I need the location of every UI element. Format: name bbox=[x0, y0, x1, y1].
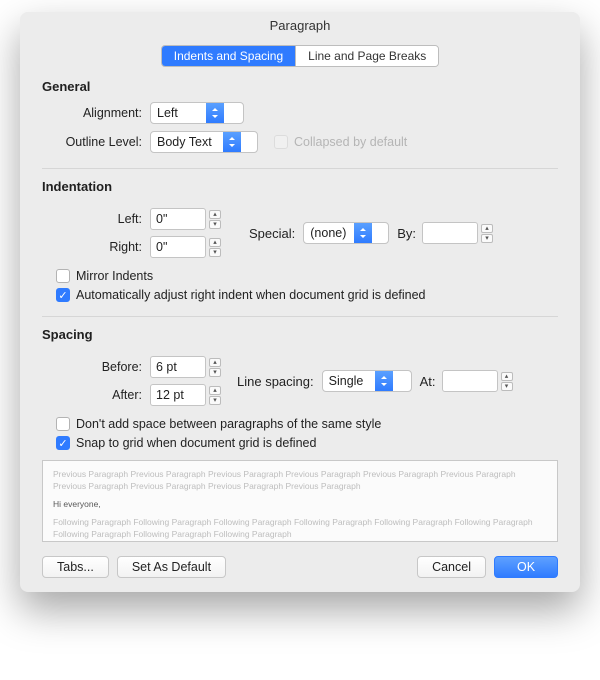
divider bbox=[42, 316, 558, 317]
before-value: 6 pt bbox=[150, 356, 206, 378]
snap-to-grid-checkbox[interactable]: ✓ Snap to grid when document grid is def… bbox=[56, 436, 558, 450]
updown-icon bbox=[223, 132, 241, 152]
heading-general: General bbox=[42, 79, 558, 94]
checkbox-icon bbox=[274, 135, 288, 149]
checkbox-icon: ✓ bbox=[56, 288, 70, 302]
line-spacing-select[interactable]: Single bbox=[322, 370, 412, 392]
window-title: Paragraph bbox=[20, 12, 580, 43]
indent-left-field[interactable]: 0" ▴▾ bbox=[150, 208, 223, 230]
ok-button[interactable]: OK bbox=[494, 556, 558, 578]
stepper[interactable]: ▴▾ bbox=[209, 356, 223, 378]
indent-right-value: 0" bbox=[150, 236, 206, 258]
spacing-at-field[interactable]: ▴▾ bbox=[442, 370, 515, 392]
divider bbox=[42, 168, 558, 169]
label-at: At: bbox=[420, 374, 436, 389]
indent-right-field[interactable]: 0" ▴▾ bbox=[150, 236, 223, 258]
button-row: Tabs... Set As Default Cancel OK bbox=[42, 556, 558, 578]
label-left: Left: bbox=[42, 212, 150, 226]
stepper[interactable]: ▴▾ bbox=[209, 384, 223, 406]
label-outline-level: Outline Level: bbox=[42, 135, 150, 149]
section-indentation: Indentation Left: 0" ▴▾ Right: 0" bbox=[42, 179, 558, 302]
indent-by-field[interactable]: ▴▾ bbox=[422, 222, 495, 244]
section-spacing: Spacing Before: 6 pt ▴▾ After: 12 pt bbox=[42, 327, 558, 450]
label-before: Before: bbox=[42, 360, 150, 374]
mirror-indents-checkbox[interactable]: Mirror Indents bbox=[56, 269, 558, 283]
label-alignment: Alignment: bbox=[42, 106, 150, 120]
indent-by-value bbox=[422, 222, 478, 244]
special-select[interactable]: (none) bbox=[303, 222, 389, 244]
updown-icon bbox=[375, 371, 393, 391]
alignment-value: Left bbox=[151, 106, 206, 120]
heading-indentation: Indentation bbox=[42, 179, 558, 194]
preview-previous: Previous Paragraph Previous Paragraph Pr… bbox=[53, 469, 547, 493]
special-value: (none) bbox=[304, 226, 354, 240]
label-right: Right: bbox=[42, 240, 150, 254]
preview-sample: Hi everyone, bbox=[53, 499, 547, 511]
collapsed-checkbox: Collapsed by default bbox=[274, 135, 407, 149]
updown-icon bbox=[354, 223, 372, 243]
stepper[interactable]: ▴▾ bbox=[501, 370, 515, 392]
stepper[interactable]: ▴▾ bbox=[481, 222, 495, 244]
preview-box: Previous Paragraph Previous Paragraph Pr… bbox=[42, 460, 558, 542]
paragraph-dialog: Paragraph Indents and Spacing Line and P… bbox=[20, 12, 580, 592]
alignment-select[interactable]: Left bbox=[150, 102, 244, 124]
spacing-after-field[interactable]: 12 pt ▴▾ bbox=[150, 384, 223, 406]
tab-bar: Indents and Spacing Line and Page Breaks bbox=[42, 45, 558, 67]
updown-icon bbox=[206, 103, 224, 123]
label-by: By: bbox=[397, 226, 416, 241]
outline-level-select[interactable]: Body Text bbox=[150, 131, 258, 153]
stepper[interactable]: ▴▾ bbox=[209, 236, 223, 258]
checkbox-icon bbox=[56, 417, 70, 431]
preview-following: Following Paragraph Following Paragraph … bbox=[53, 517, 547, 541]
label-line-spacing: Line spacing: bbox=[237, 374, 314, 389]
spacing-before-field[interactable]: 6 pt ▴▾ bbox=[150, 356, 223, 378]
after-value: 12 pt bbox=[150, 384, 206, 406]
tabs-button[interactable]: Tabs... bbox=[42, 556, 109, 578]
dont-add-space-checkbox[interactable]: Don't add space between paragraphs of th… bbox=[56, 417, 558, 431]
checkbox-icon bbox=[56, 269, 70, 283]
label-after: After: bbox=[42, 388, 150, 402]
tab-indents-spacing[interactable]: Indents and Spacing bbox=[162, 46, 295, 66]
cancel-button[interactable]: Cancel bbox=[417, 556, 486, 578]
auto-adjust-label: Automatically adjust right indent when d… bbox=[76, 288, 426, 302]
collapsed-label: Collapsed by default bbox=[294, 135, 407, 149]
label-special: Special: bbox=[249, 226, 295, 241]
line-spacing-value: Single bbox=[323, 374, 375, 388]
stepper[interactable]: ▴▾ bbox=[209, 208, 223, 230]
heading-spacing: Spacing bbox=[42, 327, 558, 342]
tab-line-page-breaks[interactable]: Line and Page Breaks bbox=[295, 46, 438, 66]
snap-label: Snap to grid when document grid is defin… bbox=[76, 436, 316, 450]
at-value bbox=[442, 370, 498, 392]
section-general: General Alignment: Left Outline Level: B… bbox=[42, 79, 558, 154]
indent-left-value: 0" bbox=[150, 208, 206, 230]
dont-add-label: Don't add space between paragraphs of th… bbox=[76, 417, 381, 431]
mirror-label: Mirror Indents bbox=[76, 269, 153, 283]
set-as-default-button[interactable]: Set As Default bbox=[117, 556, 226, 578]
checkbox-icon: ✓ bbox=[56, 436, 70, 450]
auto-adjust-checkbox[interactable]: ✓ Automatically adjust right indent when… bbox=[56, 288, 558, 302]
outline-value: Body Text bbox=[151, 135, 223, 149]
